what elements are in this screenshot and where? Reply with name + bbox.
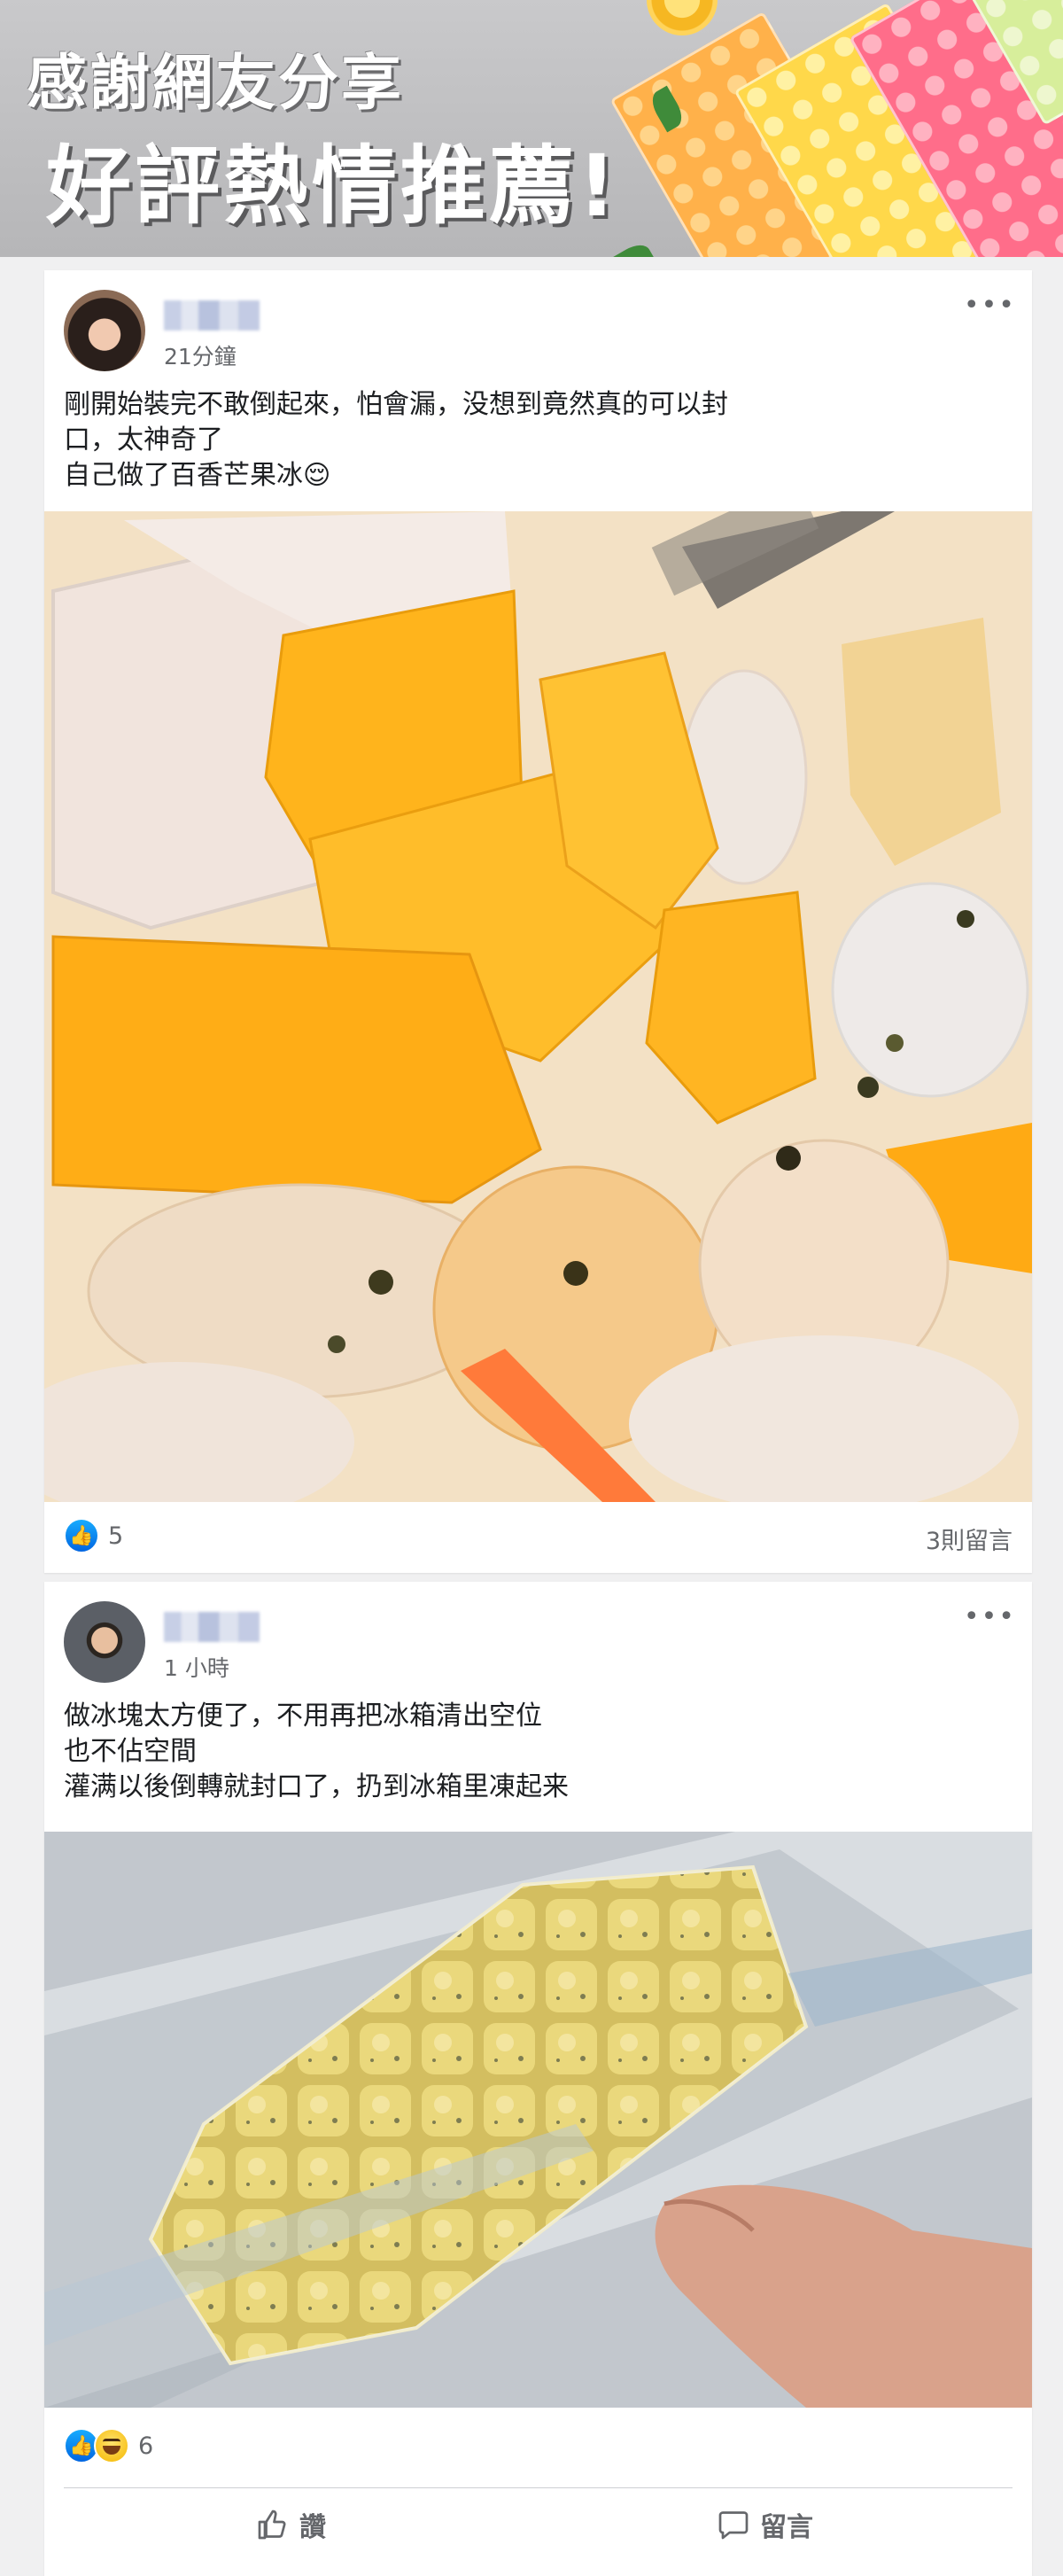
author-name-blurred[interactable] [164, 300, 260, 331]
post-card: 1 小時 ••• 做冰塊太方便了，不用再把冰箱清出空位 也不佔空間 灌满以後倒轉… [44, 1582, 1032, 2576]
comment-button[interactable]: 留言 [718, 2505, 813, 2544]
comments-count-link[interactable]: 3則留言 [926, 1521, 1013, 1556]
post-timestamp[interactable]: 21分鐘 [164, 339, 237, 371]
lemon-slice-image [647, 0, 718, 35]
like-icon: 👍 [64, 1518, 99, 1553]
leaf-image [608, 239, 656, 257]
banner-title-line2: 好評熱情推薦! [46, 136, 620, 236]
like-button[interactable]: 讚 [257, 2505, 326, 2544]
banner-title-line1: 感謝網友分享 [27, 49, 405, 119]
avatar[interactable] [64, 1601, 145, 1683]
reactions-summary[interactable]: 👍 6 [64, 2428, 153, 2463]
comment-button-label: 留言 [760, 2512, 813, 2543]
post-card: 21分鐘 ••• 剛開始裝完不敢倒起來，怕會漏，没想到竟然真的可以封 口，太神奇… [44, 270, 1032, 1573]
post-text: 剛開始裝完不敢倒起來，怕會漏，没想到竟然真的可以封 口，太神奇了 自己做了百香芒… [64, 389, 728, 491]
more-options-icon[interactable]: ••• [964, 292, 1016, 319]
comment-icon [718, 2511, 749, 2540]
author-name-blurred[interactable] [164, 1612, 260, 1642]
like-button-label: 讚 [299, 2512, 326, 2543]
post-photo-ice-tray-in-freezer[interactable] [44, 1832, 1032, 2408]
post-timestamp[interactable]: 1 小時 [164, 1651, 229, 1683]
promo-banner: 感謝網友分享 好評熱情推薦! [0, 0, 1063, 257]
more-options-icon[interactable]: ••• [964, 1604, 1016, 1630]
haha-icon [94, 2428, 129, 2463]
post-text: 做冰塊太方便了，不用再把冰箱清出空位 也不佔空間 灌满以後倒轉就封口了，扔到冰箱… [64, 1700, 569, 1802]
thumbs-up-icon [258, 2510, 286, 2540]
reaction-count: 6 [138, 2432, 154, 2460]
action-divider [64, 2487, 1013, 2488]
reactions-summary[interactable]: 👍 5 [64, 1518, 123, 1553]
avatar[interactable] [64, 290, 145, 371]
post-photo-mango-ice[interactable] [44, 511, 1032, 1502]
reaction-count: 5 [108, 1521, 124, 1550]
